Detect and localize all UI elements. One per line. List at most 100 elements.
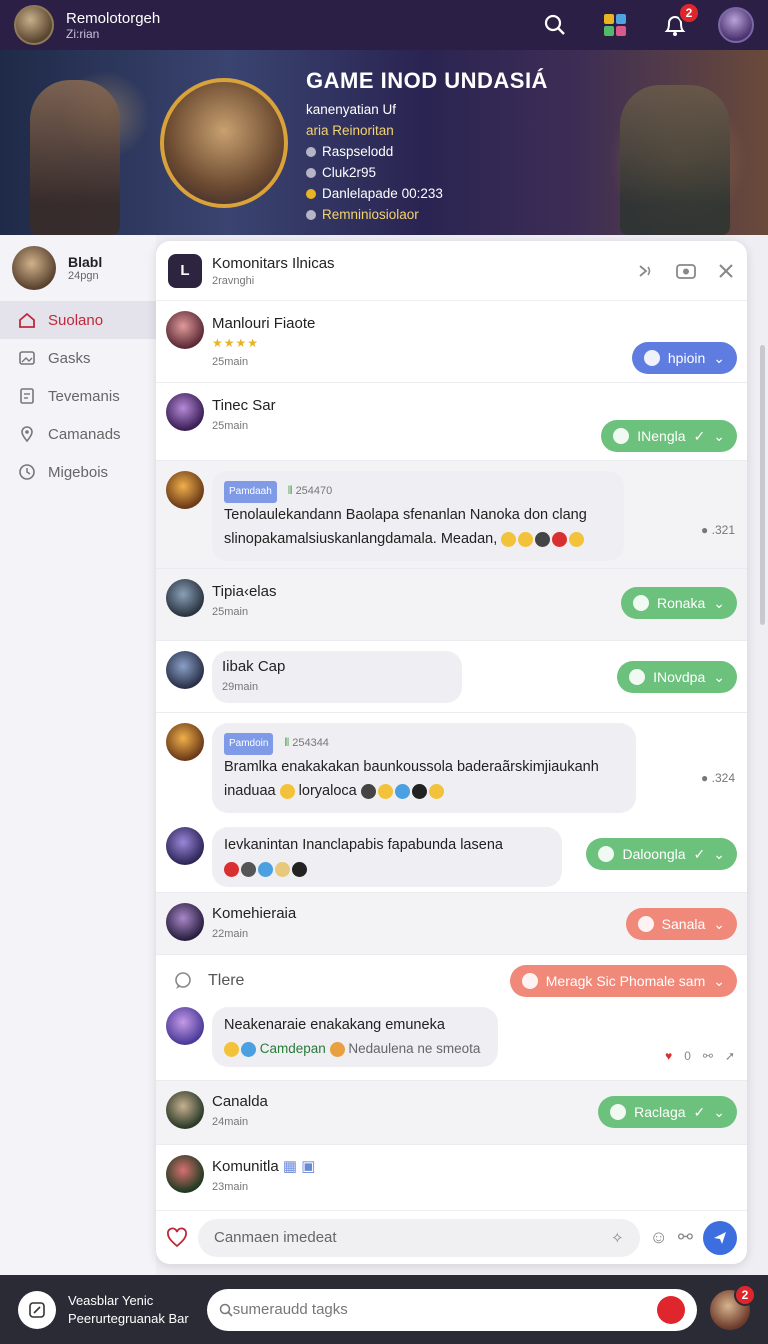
banner-line: Raspselodd <box>306 144 548 159</box>
close-icon[interactable] <box>717 262 735 280</box>
reply-button[interactable]: Ronaka ⌄ <box>621 587 737 619</box>
message-text: slinopakamalsiuskanlangdamala. Meadan, <box>224 531 498 547</box>
sidebar-profile[interactable]: Blabl 24pgn <box>0 235 156 301</box>
chevron-down-icon: ⌄ <box>713 1103 725 1120</box>
share-icon[interactable]: ➚ <box>725 1049 735 1063</box>
message-row[interactable]: Pamdoin ⫴ 254344 Bramlka enakakakan baun… <box>156 713 747 817</box>
grid-icon: ▦ ▣ <box>282 1158 316 1175</box>
banner-line: aria Reinoritan <box>306 123 394 138</box>
user-avatar[interactable] <box>14 5 54 45</box>
comment-row[interactable]: Canalda 24main Raclaga ✓ ⌄ <box>156 1081 747 1145</box>
reply-button[interactable]: Daloongla ✓ ⌄ <box>586 838 737 870</box>
sidebar-item-tevemanis[interactable]: Tevemanis <box>0 377 156 415</box>
emoji-icon <box>552 531 568 547</box>
comment-row[interactable]: Komunitla ▦ ▣ 23main <box>156 1145 747 1211</box>
reaction-count: 0 <box>684 1049 691 1063</box>
comment-author: Komunitla <box>212 1158 279 1175</box>
avatar <box>166 1091 204 1129</box>
comment-author: Canalda <box>212 1093 268 1110</box>
send-icon <box>714 1231 726 1244</box>
record-button[interactable] <box>656 1295 685 1324</box>
comment-row[interactable]: Tipia‹elas 25main Ronaka ⌄ <box>156 569 747 641</box>
avatar <box>12 246 56 290</box>
reply-button[interactable]: Meragk Sic Phomale sam ⌄ <box>509 965 737 997</box>
comment-input[interactable]: Canmaen imedeat ✧ <box>198 1218 640 1257</box>
avatar <box>166 903 204 941</box>
reply-button[interactable]: hpioin ⌄ <box>631 342 737 374</box>
message-actions: ♥ 0 ⚯ ➚ <box>665 1049 735 1063</box>
reply-icon <box>637 916 654 932</box>
reply-button[interactable]: INengla ✓ ⌄ <box>601 420 737 452</box>
app-logo: L <box>168 253 202 288</box>
link-icon[interactable]: ⚯ <box>703 1049 713 1063</box>
comment-author: Komehieraia <box>212 905 297 922</box>
emoji-icon[interactable]: ☺ <box>650 1227 668 1248</box>
bullet-icon <box>306 146 316 157</box>
hero-portrait[interactable] <box>160 78 288 208</box>
sidebar-item-suolano[interactable]: Suolano <box>0 301 156 339</box>
sidebar-item-gasks[interactable]: Gasks <box>0 339 156 377</box>
emoji-icon <box>377 783 393 799</box>
comment-row[interactable]: Iibak Cap 29main INovdpa ⌄ <box>156 641 747 713</box>
apps-button[interactable] <box>598 8 632 42</box>
search-button[interactable] <box>538 8 572 42</box>
reply-button[interactable]: INovdpa ⌄ <box>617 661 737 693</box>
avatar <box>166 1007 204 1045</box>
emoji-icon <box>394 783 410 799</box>
message-link[interactable]: Camdepan <box>260 1041 326 1056</box>
message-row[interactable]: Pamdaah ⫴ 254470 Tenolaulekandann Baolap… <box>156 461 747 569</box>
attach-icon[interactable]: ⚯ <box>678 1227 693 1248</box>
notifications-button[interactable]: 2 <box>658 2 700 42</box>
sidebar-item-camanads[interactable]: Camanads <box>0 415 156 453</box>
search-icon <box>219 1303 233 1317</box>
emoji-icon <box>501 531 517 547</box>
message-text: loryaloca <box>298 783 357 799</box>
apps-icon <box>604 14 626 36</box>
emoji-icon <box>241 861 256 877</box>
compose-button[interactable] <box>18 1290 56 1329</box>
comment-thread[interactable]: Tlere Meragk Sic Phomale sam ⌄ Neakenarai… <box>156 955 747 1081</box>
reply-count[interactable]: ● .324 <box>701 771 735 785</box>
comment-row[interactable]: Manlouri Fiaote ★★★★ 25main hpioin ⌄ <box>156 301 747 383</box>
comment-time: 22main <box>212 928 249 940</box>
comment-row[interactable]: Komehieraia 22main Sanala ⌄ <box>156 893 747 955</box>
chevron-down-icon: ⌄ <box>713 594 725 611</box>
tag-count: 254470 <box>295 485 333 497</box>
avatar <box>166 311 204 349</box>
chevron-down-icon: ⌄ <box>713 427 725 444</box>
bullet-icon <box>306 209 316 220</box>
message-bubble: Neakenaraie enakakang emuneka Camdepan N… <box>212 1007 498 1067</box>
heart-icon[interactable] <box>166 1227 188 1249</box>
reply-button[interactable]: Raclaga ✓ ⌄ <box>598 1096 737 1128</box>
camera-icon[interactable] <box>675 261 697 281</box>
chat-bubble-icon <box>175 972 191 989</box>
profile-avatar[interactable] <box>718 7 754 43</box>
search-input[interactable]: sumeraudd tagks <box>206 1288 697 1331</box>
reply-count[interactable]: ● .321 <box>701 523 735 537</box>
emoji-icon <box>411 783 427 799</box>
banner-line: Danlelapade 00:233 <box>306 186 548 201</box>
emoji-icon <box>224 1041 239 1057</box>
sparkle-icon[interactable]: ✧ <box>611 1229 624 1247</box>
emoji-reactions <box>360 783 444 799</box>
hero-character-right <box>620 85 730 235</box>
bamboo-icon: ⫴ <box>284 737 290 749</box>
chevron-down-icon: ⌄ <box>713 845 725 862</box>
reply-button[interactable]: Sanala ⌄ <box>625 908 737 940</box>
banner-line: Remniniosiolaor <box>306 207 548 222</box>
comment-author: Iibak Cap <box>222 658 286 675</box>
emoji-icon <box>275 861 290 877</box>
reply-icon <box>610 1104 627 1120</box>
scrollbar[interactable] <box>760 345 765 625</box>
sound-icon[interactable] <box>635 261 655 281</box>
message-row[interactable]: Ievkanintan Inanclapabis fapabunda lasen… <box>156 817 747 893</box>
profile-avatar[interactable]: 2 <box>710 1283 756 1330</box>
heart-icon[interactable]: ♥ <box>665 1049 672 1063</box>
comments-panel: L Komonitars Ilnicas 2ravnghi Manlouri F… <box>156 241 747 1264</box>
comment-author: Tinec Sar <box>212 397 276 414</box>
comment-row[interactable]: Tinec Sar 25main INengla ✓ ⌄ <box>156 383 747 461</box>
message-bubble: Pamdaah ⫴ 254470 Tenolaulekandann Baolap… <box>212 471 624 561</box>
send-button[interactable] <box>703 1220 737 1255</box>
avatar <box>166 1155 204 1193</box>
sidebar-item-migebois[interactable]: Migebois <box>0 453 156 491</box>
